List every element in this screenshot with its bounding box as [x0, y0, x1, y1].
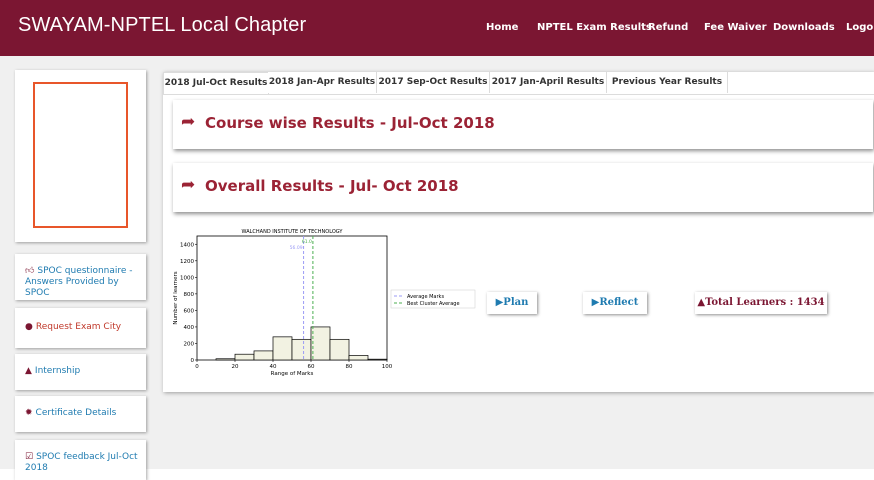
- top-navbar: SWAYAM-NPTEL Local Chapter Home NPTEL Ex…: [0, 0, 874, 56]
- y-tick-label: 1000: [180, 275, 194, 281]
- histogram-bar: [291, 338, 312, 361]
- marks-histogram-chart: WALCHAND INSTITUTE OF TECHNOLOGY 0 20 40 60 8…: [173, 229, 476, 377]
- site-brand[interactable]: SWAYAM-NPTEL Local Chapter: [18, 14, 306, 37]
- x-tick-label: 40: [270, 364, 277, 370]
- sidebar-card-spoc-feedback[interactable]: ☑ SPOC feedback Jul-Oct 2018: [15, 440, 146, 480]
- histogram-bar: [348, 355, 369, 361]
- histogram-bar: [272, 336, 293, 361]
- sidebar-link-internship[interactable]: ▲ Internship: [25, 366, 140, 377]
- tab-2018-jul-oct[interactable]: 2018 Jul-Oct Results: [163, 72, 269, 94]
- y-tick-label: 400: [184, 325, 195, 331]
- nav-home[interactable]: Home: [486, 22, 518, 33]
- sidebar-card-spoc-questionnaire[interactable]: 👍︎ SPOC questionnaire - Answers Provided …: [15, 254, 146, 300]
- y-tick-label: 600: [184, 308, 195, 314]
- thumbs-up-icon: 👍︎: [25, 266, 35, 276]
- profile-photo-frame: [33, 82, 128, 228]
- nav-downloads[interactable]: Downloads: [773, 22, 835, 33]
- results-tabs: 2018 Jul-Oct Results 2018 Jan-Apr Result…: [163, 72, 874, 95]
- vline-value-label: 56.09: [290, 245, 303, 251]
- profile-card: [15, 70, 146, 242]
- sidebar-link-spoc-questionnaire[interactable]: 👍︎ SPOC questionnaire - Answers Provided …: [25, 266, 140, 299]
- vline-value-label: 61.0: [302, 239, 312, 245]
- map-marker-icon: ●: [25, 322, 33, 332]
- x-tick-label: 80: [346, 364, 353, 370]
- nav-nptel-exam-results[interactable]: NPTEL Exam Results: [537, 22, 652, 33]
- nav-logout[interactable]: Logout: [846, 22, 874, 33]
- graduation-cap-icon: ▲: [697, 297, 706, 308]
- tab-2017-sep-oct[interactable]: 2017 Sep-Oct Results: [377, 72, 490, 93]
- histogram-bar: [367, 358, 388, 361]
- graduation-cap-icon: ▲: [25, 366, 32, 376]
- sidebar-link-spoc-feedback[interactable]: ☑ SPOC feedback Jul-Oct 2018: [25, 452, 140, 474]
- y-tick-label: 0: [191, 358, 195, 364]
- y-tick-label: 200: [184, 341, 195, 347]
- x-tick-label: 0: [195, 364, 199, 370]
- y-tick-label: 1400: [180, 242, 194, 248]
- total-learners-badge: ▲Total Learners : 1434: [695, 292, 827, 314]
- legend-entry: Best Cluster Average: [407, 301, 460, 307]
- reflect-button[interactable]: ▶Reflect: [583, 292, 647, 314]
- histogram-bar: [234, 353, 255, 361]
- share-arrow-icon: ➦: [181, 175, 196, 195]
- course-wise-results-header[interactable]: ➦ Course wise Results - Jul-Oct 2018: [173, 100, 873, 149]
- y-tick-label: 800: [184, 292, 195, 298]
- tab-2017-jan-april[interactable]: 2017 Jan-April Results: [490, 72, 607, 93]
- histogram-bar: [215, 358, 236, 361]
- nav-fee-waiver[interactable]: Fee Waiver: [704, 22, 767, 33]
- chart-title: WALCHAND INSTITUTE OF TECHNOLOGY: [242, 229, 344, 235]
- sidebar-link-request-exam-city[interactable]: ● Request Exam City: [25, 322, 140, 333]
- calendar-check-icon: ☑: [25, 452, 34, 462]
- tab-2018-jan-apr[interactable]: 2018 Jan-Apr Results: [268, 72, 377, 93]
- page-body: 👍︎ SPOC questionnaire - Answers Provided …: [0, 56, 874, 480]
- tab-previous-year[interactable]: Previous Year Results: [607, 72, 728, 93]
- y-tick-label: 1200: [180, 259, 194, 265]
- sidebar-card-internship[interactable]: ▲ Internship: [15, 354, 146, 390]
- histogram-bar: [310, 326, 331, 361]
- course-wise-results-title: Course wise Results - Jul-Oct 2018: [205, 114, 495, 132]
- histogram-bar: [253, 350, 274, 361]
- histogram-bar: [329, 338, 350, 361]
- sidebar-link-certificate-details[interactable]: ✹ Certificate Details: [25, 408, 140, 419]
- overall-results-title: Overall Results - Jul- Oct 2018: [205, 177, 459, 195]
- x-tick-label: 100: [382, 364, 393, 370]
- sidebar-card-request-exam-city[interactable]: ● Request Exam City: [15, 308, 146, 348]
- nav-refund[interactable]: Refund: [648, 22, 688, 33]
- sidebar-card-certificate-details[interactable]: ✹ Certificate Details: [15, 396, 146, 432]
- x-tick-label: 20: [232, 364, 239, 370]
- legend-entry: Average Marks: [407, 294, 444, 300]
- y-axis-label: Number of learners: [173, 271, 179, 324]
- share-arrow-icon: ➦: [181, 112, 196, 132]
- x-axis-label: Range of Marks: [271, 371, 314, 377]
- overall-results-header[interactable]: ➦ Overall Results - Jul- Oct 2018: [173, 163, 873, 212]
- certificate-icon: ✹: [25, 408, 33, 418]
- x-tick-label: 60: [308, 364, 315, 370]
